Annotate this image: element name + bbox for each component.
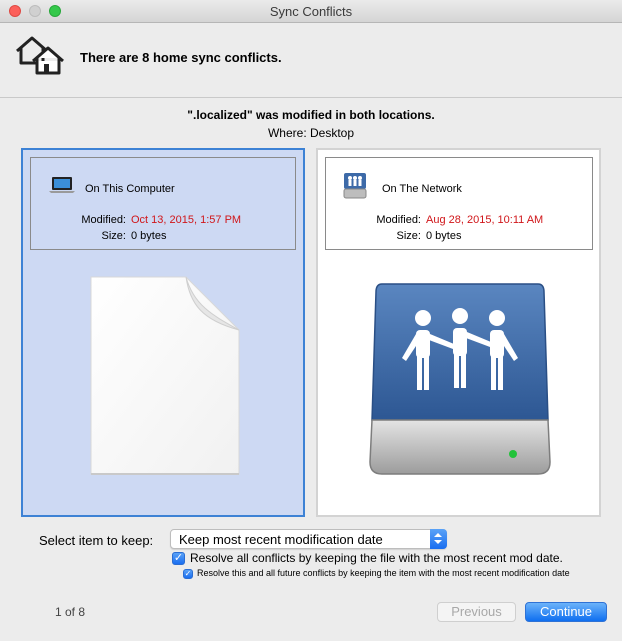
- network-size-row: Size: 0 bytes: [326, 230, 462, 242]
- local-modified-value: Oct 13, 2015, 1:57 PM: [131, 214, 242, 226]
- document-icon: [90, 276, 240, 475]
- resolve-future-label[interactable]: Resolve this and all future conflicts by…: [197, 568, 570, 578]
- network-version-panel[interactable]: On The Network Modified: Aug 28, 2015, 10…: [316, 148, 601, 517]
- local-size-value: 0 bytes: [131, 230, 167, 242]
- resolve-all-label[interactable]: Resolve all conflicts by keeping the fil…: [190, 551, 563, 565]
- local-size-label: Size:: [101, 230, 126, 242]
- network-modified-row: Modified: Aug 28, 2015, 10:11 AM: [326, 214, 543, 226]
- keep-option-value: Keep most recent modification date: [179, 532, 383, 547]
- sync-conflicts-window: Sync Conflicts There are 8 home sync con…: [0, 0, 622, 641]
- keep-option-select[interactable]: Keep most recent modification date: [170, 529, 447, 549]
- home-sync-icon: [16, 36, 64, 75]
- previous-button[interactable]: Previous: [437, 602, 516, 622]
- network-modified-label: Modified:: [376, 214, 421, 226]
- local-location-label: On This Computer: [85, 183, 175, 195]
- window-title: Sync Conflicts: [269, 4, 353, 19]
- local-size-row: Size: 0 bytes: [31, 230, 167, 242]
- local-modified-row: Modified: Oct 13, 2015, 1:57 PM: [31, 214, 241, 226]
- conflict-location: Where: Desktop: [267, 126, 355, 140]
- conflict-count-message: There are 8 home sync conflicts.: [80, 50, 282, 65]
- header: There are 8 home sync conflicts.: [0, 23, 622, 98]
- keep-selector-label: Select item to keep:: [39, 533, 154, 548]
- network-modified-value: Aug 28, 2015, 10:11 AM: [426, 214, 544, 226]
- title-bar[interactable]: Sync Conflicts: [0, 0, 622, 23]
- network-drive-icon: [369, 283, 551, 475]
- network-size-value: 0 bytes: [426, 230, 462, 242]
- local-version-panel[interactable]: On This Computer Modified: Oct 13, 2015, …: [21, 148, 305, 517]
- network-info-box: On The Network Modified: Aug 28, 2015, 10…: [325, 157, 593, 250]
- local-modified-label: Modified:: [81, 214, 126, 226]
- local-info-box: On This Computer Modified: Oct 13, 2015, …: [30, 157, 296, 250]
- conflict-content: ".localized" was modified in both locati…: [0, 98, 622, 641]
- select-arrows-icon[interactable]: [430, 529, 447, 549]
- laptop-icon: [49, 177, 75, 193]
- resolve-future-checkbox[interactable]: ✓: [183, 569, 193, 579]
- network-location-label: On The Network: [382, 183, 462, 195]
- network-size-label: Size:: [396, 230, 421, 242]
- conflict-file-message: ".localized" was modified in both locati…: [187, 108, 435, 122]
- resolve-all-checkbox[interactable]: ✓: [172, 552, 185, 565]
- page-indicator: 1 of 8: [55, 605, 86, 619]
- continue-button[interactable]: Continue: [525, 602, 607, 622]
- server-icon: [343, 173, 367, 199]
